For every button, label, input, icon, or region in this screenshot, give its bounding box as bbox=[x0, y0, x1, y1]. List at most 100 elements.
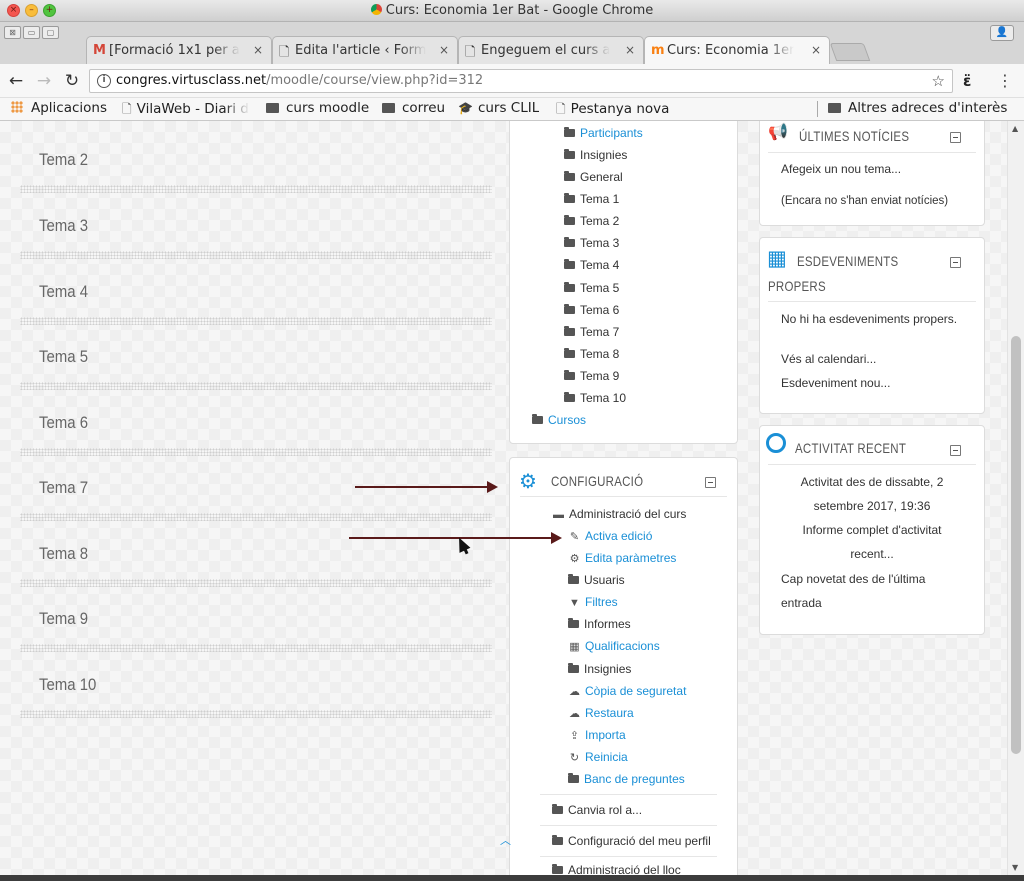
window-title: Curs: Economia 1er Bat - Google Chrome bbox=[0, 3, 1024, 18]
nav-item-tema-2[interactable]: Tema 2 bbox=[564, 214, 619, 228]
bookmark-other[interactable]: Altres adreces d'interès bbox=[828, 100, 1007, 116]
new-event-link[interactable]: Esdeveniment nou... bbox=[781, 376, 890, 390]
nav-item-tema-1[interactable]: Tema 1 bbox=[564, 192, 619, 206]
collapse-icon[interactable] bbox=[950, 132, 961, 143]
nav-item-tema-6[interactable]: Tema 6 bbox=[564, 303, 619, 317]
qualificacions-link[interactable]: ▦ Qualificacions bbox=[568, 639, 659, 653]
moodle-icon: m bbox=[651, 43, 665, 58]
tab-close-icon[interactable]: × bbox=[439, 43, 449, 57]
gmail-icon: M bbox=[93, 43, 106, 58]
title-bar: × – + Curs: Economia 1er Bat - Google Ch… bbox=[0, 0, 1024, 22]
site-admin-node[interactable]: Administració del lloc bbox=[552, 863, 681, 875]
latest-news-block: 📢 ÚLTIMES NOTÍCIES Afegeix un nou tema..… bbox=[759, 121, 985, 226]
insignies-node[interactable]: Insignies bbox=[568, 662, 631, 676]
calendar-link[interactable]: Vés al calendari... bbox=[781, 352, 876, 366]
topic-title[interactable]: Tema 3 bbox=[39, 216, 88, 236]
annotation-arrow-settings bbox=[355, 481, 498, 493]
collapse-icon[interactable] bbox=[950, 257, 961, 268]
scroll-up-icon[interactable]: ▲ bbox=[1012, 124, 1018, 133]
scrollbar-thumb[interactable] bbox=[1011, 336, 1021, 754]
minimize-icon[interactable]: ▭ bbox=[23, 26, 40, 39]
tab-formacio[interactable]: M [Formació 1x1 per a × bbox=[86, 36, 272, 64]
canvia-rol-node[interactable]: Canvia rol a... bbox=[552, 803, 642, 817]
topic-title[interactable]: Tema 2 bbox=[39, 150, 88, 170]
nav-item-tema-4[interactable]: Tema 4 bbox=[564, 258, 619, 272]
topic-title[interactable]: Tema 8 bbox=[39, 544, 88, 564]
nav-item-tema-9[interactable]: Tema 9 bbox=[564, 369, 619, 383]
new-tab-button[interactable] bbox=[829, 43, 871, 61]
bookmark-curs-clil[interactable]: 🎓 curs CLIL bbox=[458, 100, 539, 116]
chevron-up-icon[interactable]: ︿ bbox=[500, 832, 511, 848]
reinicia-link[interactable]: ↻ Reinicia bbox=[568, 750, 628, 764]
topic-title[interactable]: Tema 4 bbox=[39, 282, 88, 302]
activa-edicio-link[interactable]: ✎ Activa edició bbox=[568, 529, 652, 543]
nav-item-tema-10[interactable]: Tema 10 bbox=[564, 391, 626, 405]
edita-parametres-link[interactable]: ⚙ Edita paràmetres bbox=[568, 551, 677, 565]
nav-item-tema-7[interactable]: Tema 7 bbox=[564, 325, 619, 339]
folder-icon bbox=[564, 326, 575, 336]
bookmark-pestanya-nova[interactable]: 🗋 Pestanya nova bbox=[556, 100, 669, 121]
full-report-link-line2[interactable]: recent... bbox=[768, 542, 976, 566]
scroll-down-icon[interactable]: ▼ bbox=[1012, 863, 1018, 872]
topic-title[interactable]: Tema 10 bbox=[39, 675, 96, 695]
importa-link[interactable]: ⇪ Importa bbox=[568, 728, 626, 742]
folder-icon bbox=[568, 618, 579, 628]
nav-item-participants[interactable]: Participants bbox=[564, 126, 643, 140]
bookmark-star-icon[interactable]: ☆ bbox=[932, 72, 945, 90]
menu-icon[interactable]: ⋮ bbox=[997, 71, 1013, 90]
topic-title[interactable]: Tema 5 bbox=[39, 347, 88, 367]
profile-icon[interactable]: 👤 bbox=[990, 25, 1014, 41]
close-icon[interactable]: ⊠ bbox=[4, 26, 21, 39]
banc-preguntes-node[interactable]: Banc de preguntes bbox=[568, 772, 685, 786]
nav-item-tema-3[interactable]: Tema 3 bbox=[564, 236, 619, 250]
extension-icon[interactable]: ɛ̈ bbox=[963, 72, 971, 90]
tab-label: [Formació 1x1 per a bbox=[109, 43, 240, 58]
forward-icon[interactable]: → bbox=[34, 71, 54, 91]
topic-divider bbox=[20, 185, 492, 193]
full-report-link[interactable]: Informe complet d'activitat bbox=[768, 518, 976, 542]
recent-activity-block: ACTIVITAT RECENT Activitat des de dissab… bbox=[759, 425, 985, 635]
bookmark-apps[interactable]: Aplicacions bbox=[11, 100, 107, 116]
restore-icon[interactable]: ▢ bbox=[42, 26, 59, 39]
copia-seguretat-link[interactable]: ☁ Còpia de seguretat bbox=[568, 684, 686, 698]
bookmark-curs-moodle[interactable]: curs moodle bbox=[266, 100, 369, 116]
info-icon[interactable]: i bbox=[97, 74, 111, 88]
tab-engeguem[interactable]: 🗋 Engeguem el curs a × bbox=[458, 36, 644, 64]
admin-course-node[interactable]: ▬ Administració del curs bbox=[552, 507, 686, 521]
tab-close-icon[interactable]: × bbox=[625, 43, 635, 57]
tab-close-icon[interactable]: × bbox=[811, 43, 821, 57]
nav-item-tema-8[interactable]: Tema 8 bbox=[564, 347, 619, 361]
nav-item-insignies[interactable]: Insignies bbox=[564, 148, 627, 162]
nav-item-general[interactable]: General bbox=[564, 170, 623, 184]
usuaris-node[interactable]: Usuaris bbox=[568, 573, 625, 587]
add-topic-link[interactable]: Afegeix un nou tema... bbox=[781, 162, 901, 176]
filtres-link[interactable]: ▼ Filtres bbox=[568, 595, 618, 609]
profile-settings-node[interactable]: Configuració del meu perfil bbox=[552, 834, 711, 848]
vertical-scrollbar[interactable]: ▲ ▼ bbox=[1007, 121, 1024, 875]
tab-edita-article[interactable]: 🗋 Edita l'article ‹ Form × bbox=[272, 36, 458, 64]
page-icon: 🗋 bbox=[556, 102, 566, 116]
tab-strip: ⊠ ▭ ▢ 👤 M [Formació 1x1 per a × 🗋 Edita … bbox=[0, 22, 1024, 65]
nav-item-cursos[interactable]: Cursos bbox=[532, 413, 586, 427]
page-icon: 🗋 bbox=[122, 102, 132, 116]
bookmark-vilaweb[interactable]: 🗋 VilaWeb - Diari d bbox=[122, 100, 250, 121]
tab-curs-economia[interactable]: m Curs: Economia 1er × bbox=[644, 36, 830, 65]
topic-title[interactable]: Tema 9 bbox=[39, 609, 88, 629]
topic-title[interactable]: Tema 6 bbox=[39, 413, 88, 433]
collapse-icon[interactable] bbox=[705, 477, 716, 488]
address-bar[interactable]: i congres.virtusclass.net/moodle/course/… bbox=[89, 69, 953, 93]
reload-icon[interactable]: ↻ bbox=[62, 71, 82, 91]
topic-section: Tema 7 bbox=[20, 455, 492, 521]
informes-node[interactable]: Informes bbox=[568, 617, 631, 631]
folder-icon bbox=[564, 127, 575, 137]
collapse-icon[interactable] bbox=[950, 445, 961, 456]
nav-item-tema-5[interactable]: Tema 5 bbox=[564, 281, 619, 295]
back-icon[interactable]: ← bbox=[6, 71, 26, 91]
tab-label: Curs: Economia 1er bbox=[667, 43, 795, 58]
restaura-link[interactable]: ☁ Restaura bbox=[568, 706, 634, 720]
folder-icon bbox=[564, 282, 575, 292]
tab-close-icon[interactable]: × bbox=[253, 43, 263, 57]
topic-title[interactable]: Tema 7 bbox=[39, 478, 88, 498]
bookmark-correu[interactable]: correu bbox=[382, 100, 445, 116]
page-icon: 🗋 bbox=[279, 45, 290, 60]
